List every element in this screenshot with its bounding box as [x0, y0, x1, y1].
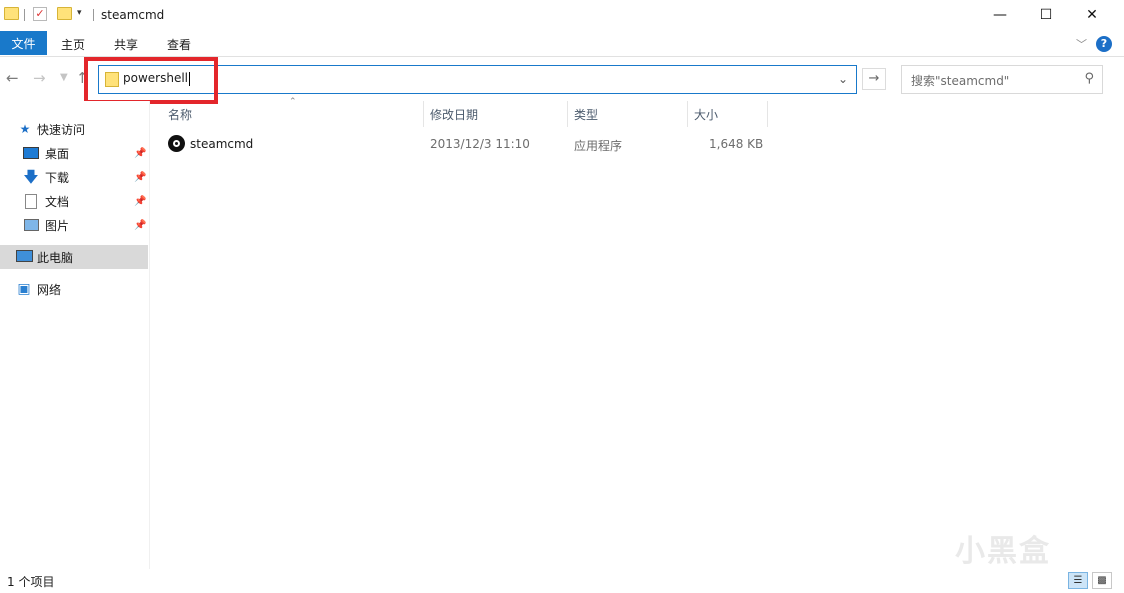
- sidebar-item-label: 下载: [45, 170, 70, 185]
- pin-icon: 📌: [134, 219, 147, 231]
- address-input[interactable]: powershell: [123, 71, 190, 86]
- new-folder-icon[interactable]: [57, 7, 72, 20]
- file-size: 1,648 KB: [709, 137, 764, 151]
- pictures-icon: [24, 219, 39, 231]
- search-input[interactable]: 搜索"steamcmd": [911, 72, 1009, 89]
- column-header-label: 修改日期: [430, 107, 479, 122]
- file-name: steamcmd: [190, 137, 254, 151]
- tab-share[interactable]: 共享: [114, 36, 138, 53]
- sidebar-item-label: 网络: [37, 282, 62, 297]
- sidebar-item-network[interactable]: ▣ 网络: [0, 277, 148, 301]
- file-row[interactable]: steamcmd 2013/12/3 11:10 应用程序 1,648 KB: [162, 133, 768, 155]
- text-caret: [189, 71, 190, 86]
- title-bar: ✓ ▾ steamcmd — ☐ ✕: [0, 0, 1124, 32]
- star-icon: ★: [19, 122, 31, 136]
- go-button[interactable]: →: [862, 68, 886, 90]
- up-arrow-icon[interactable]: ↑: [76, 69, 89, 87]
- status-bar: 1 个项目 ☰ ▩: [0, 569, 1124, 593]
- maximize-icon: ☐: [1039, 7, 1053, 23]
- sort-ascending-icon: ⌃: [289, 97, 297, 107]
- sidebar-item-this-pc[interactable]: 此电脑: [0, 245, 148, 269]
- sidebar-item-label: 桌面: [45, 146, 70, 161]
- file-type: 应用程序: [574, 139, 623, 153]
- sidebar-item-pictures[interactable]: 图片 📌: [0, 213, 148, 237]
- column-header-label: 大小: [694, 107, 719, 122]
- watermark: 小黑盒: [955, 534, 1051, 569]
- tab-view[interactable]: 查看: [167, 36, 191, 53]
- pin-icon: 📌: [134, 171, 147, 183]
- search-icon[interactable]: ⚲: [1084, 71, 1094, 86]
- navigation-pane: ★ 快速访问 桌面 📌 🡇 下载 📌 文档 📌 图片 📌 此电脑 ▣ 网络: [0, 101, 150, 569]
- maximize-button[interactable]: ☐: [1023, 0, 1069, 30]
- go-arrow-icon: →: [868, 71, 880, 86]
- item-count: 1 个项目: [7, 575, 55, 589]
- sidebar-item-downloads[interactable]: 🡇 下载 📌: [0, 165, 148, 189]
- column-header-label: 类型: [574, 107, 599, 122]
- details-view-button[interactable]: ☰: [1068, 572, 1088, 589]
- sidebar-item-label: 图片: [45, 218, 70, 233]
- properties-icon[interactable]: ✓: [33, 7, 47, 21]
- pin-icon: 📌: [134, 147, 147, 159]
- computer-icon: [16, 250, 33, 262]
- tab-home[interactable]: 主页: [61, 36, 85, 53]
- folder-icon[interactable]: [4, 7, 19, 20]
- folder-icon: [105, 72, 119, 87]
- forward-arrow-icon[interactable]: →: [33, 69, 46, 87]
- pin-icon: 📌: [134, 195, 147, 207]
- address-bar[interactable]: powershell ⌄: [98, 65, 857, 94]
- back-arrow-icon[interactable]: ←: [6, 69, 19, 87]
- minimize-icon: —: [993, 7, 1007, 23]
- network-icon: ▣: [17, 281, 31, 297]
- sidebar-item-documents[interactable]: 文档 📌: [0, 189, 148, 213]
- help-icon[interactable]: ?: [1096, 36, 1112, 52]
- sidebar-item-label: 快速访问: [37, 122, 86, 137]
- recent-locations-icon[interactable]: ▼: [60, 72, 68, 83]
- details-view-icon: ☰: [1073, 575, 1083, 586]
- close-icon: ✕: [1086, 7, 1098, 23]
- documents-icon: [25, 194, 37, 209]
- expand-ribbon-icon[interactable]: ﹀: [1076, 36, 1087, 52]
- large-icons-view-button[interactable]: ▩: [1092, 572, 1112, 589]
- download-icon: 🡇: [23, 168, 39, 186]
- ribbon: 文件 主页 共享 查看 ﹀ ?: [0, 31, 1124, 57]
- address-value: powershell: [123, 71, 188, 85]
- sidebar-item-label: 文档: [45, 194, 70, 209]
- minimize-button[interactable]: —: [977, 0, 1023, 30]
- navigation-bar: ← → ▼ ↑ powershell ⌄ → 搜索"steamcmd" ⚲: [0, 57, 1124, 101]
- sidebar-item-desktop[interactable]: 桌面 📌: [0, 141, 148, 165]
- qa-separator: [24, 9, 25, 21]
- close-button[interactable]: ✕: [1069, 0, 1115, 30]
- quick-access-dropdown-icon[interactable]: ▾: [77, 8, 82, 18]
- chevron-down-icon[interactable]: ⌄: [838, 72, 848, 86]
- desktop-icon: [23, 147, 39, 159]
- file-modified: 2013/12/3 11:10: [430, 137, 530, 151]
- window-title: steamcmd: [101, 8, 165, 22]
- title-separator: [93, 9, 94, 21]
- large-icons-view-icon: ▩: [1097, 575, 1107, 586]
- column-header-size[interactable]: 大小: [688, 101, 768, 127]
- tab-file[interactable]: 文件: [0, 31, 47, 55]
- column-header-modified[interactable]: 修改日期: [424, 101, 568, 127]
- column-header-label: 名称: [168, 107, 193, 122]
- sidebar-item-label: 此电脑: [37, 250, 74, 265]
- search-box[interactable]: 搜索"steamcmd" ⚲: [901, 65, 1103, 94]
- column-header-type[interactable]: 类型: [568, 101, 688, 127]
- sidebar-item-quick-access[interactable]: ★ 快速访问: [0, 117, 148, 141]
- steam-app-icon: [168, 135, 185, 152]
